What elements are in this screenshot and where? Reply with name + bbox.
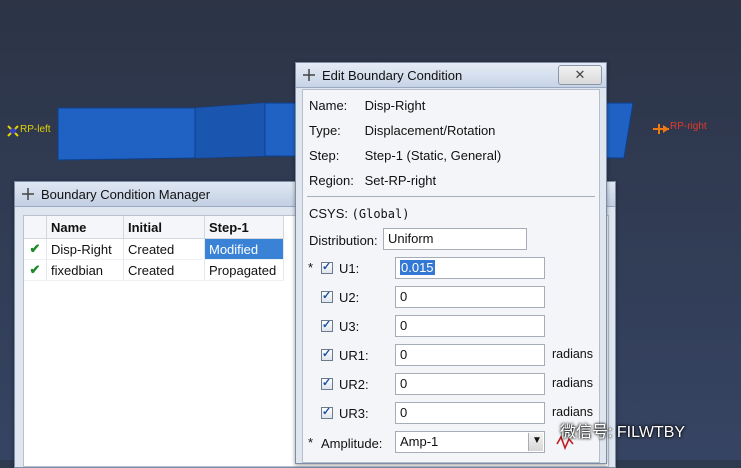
bc-table: Name Initial Step-1 ✔ Disp-Right Created… xyxy=(24,216,284,281)
ur3-units: radians xyxy=(552,405,593,419)
ur2-checkbox[interactable]: ✓ xyxy=(321,377,333,390)
ur2-label: UR2: xyxy=(339,377,369,392)
window-icon xyxy=(303,69,315,81)
csys-label: CSYS: xyxy=(309,206,349,221)
table-row[interactable]: ✔ Disp-Right Created Modified xyxy=(24,238,284,260)
csys-row: CSYS: (Global) xyxy=(309,206,409,221)
checkmark-icon: ✓ xyxy=(322,319,332,331)
check-icon: ✔ xyxy=(24,238,47,260)
region-value: Set-RP-right xyxy=(364,173,437,188)
step-label: Step: xyxy=(309,148,340,163)
rp-left-marker-icon xyxy=(7,125,19,137)
edit-bc-title: Edit Boundary Condition xyxy=(322,67,463,83)
distribution-field[interactable]: Uniform xyxy=(383,228,527,250)
name-value: Disp-Right xyxy=(364,98,426,113)
ur1-units: radians xyxy=(552,347,593,361)
row-name[interactable]: Disp-Right xyxy=(46,238,124,260)
dropdown-button[interactable]: ▼ xyxy=(528,433,543,451)
row-initial[interactable]: Created xyxy=(123,259,205,281)
ur1-input[interactable]: 0 xyxy=(395,344,545,366)
watermark: 微信号: FILWTBY xyxy=(560,424,686,441)
u3-checkbox[interactable]: ✓ xyxy=(321,319,333,332)
u2-checkbox[interactable]: ✓ xyxy=(321,290,333,303)
table-header-row: Name Initial Step-1 xyxy=(24,216,284,239)
name-row: Name: Disp-Right xyxy=(309,98,425,113)
rp-right-marker-icon xyxy=(653,124,669,134)
type-row: Type: Displacement/Rotation xyxy=(309,123,495,138)
bc-manager-title: Boundary Condition Manager xyxy=(41,186,211,202)
amplitude-select[interactable]: Amp-1 ▼ xyxy=(395,431,545,453)
column-header-step1[interactable]: Step-1 xyxy=(204,216,284,239)
close-button[interactable]: ✕ xyxy=(558,65,602,85)
type-label: Type: xyxy=(309,123,341,138)
ur2-input[interactable]: 0 xyxy=(395,373,545,395)
rp-left-label: RP-left xyxy=(20,124,51,135)
checkmark-icon: ✓ xyxy=(322,290,332,302)
step-value: Step-1 (Static, General) xyxy=(364,148,502,163)
ur3-input[interactable]: 0 xyxy=(395,402,545,424)
required-asterisk: * xyxy=(308,260,314,275)
row-step1-selected[interactable]: Modified xyxy=(204,238,284,260)
row-initial[interactable]: Created xyxy=(123,238,205,260)
checkmark-icon: ✓ xyxy=(322,377,332,389)
edit-bc-body: Name: Disp-Right Type: Displacement/Rota… xyxy=(302,89,600,463)
u2-input[interactable]: 0 xyxy=(395,286,545,308)
window-icon xyxy=(22,188,34,200)
table-row[interactable]: ✔ fixedbian Created Propagated xyxy=(24,259,284,281)
edit-bc-titlebar[interactable]: Edit Boundary Condition ✕ xyxy=(296,63,606,88)
ur1-checkbox[interactable]: ✓ xyxy=(321,348,333,361)
close-icon: ✕ xyxy=(574,67,586,82)
ur1-label: UR1: xyxy=(339,348,369,363)
csys-value: (Global) xyxy=(351,207,410,221)
check-icon: ✔ xyxy=(24,259,47,281)
u1-input[interactable]: 0.015 xyxy=(395,257,545,279)
rp-right-label: RP-right xyxy=(670,121,707,132)
type-value: Displacement/Rotation xyxy=(364,123,496,138)
amplitude-label: Amplitude: xyxy=(321,436,383,451)
amplitude-value: Amp-1 xyxy=(400,434,439,449)
header-status xyxy=(24,216,47,239)
row-step1[interactable]: Propagated xyxy=(204,259,284,281)
distribution-label: Distribution: xyxy=(309,233,378,248)
column-header-name[interactable]: Name xyxy=(46,216,124,239)
chevron-down-icon: ▼ xyxy=(532,435,542,446)
ur3-label: UR3: xyxy=(339,406,369,421)
u1-label: U1: xyxy=(339,261,360,276)
row-name[interactable]: fixedbian xyxy=(46,259,124,281)
name-label: Name: xyxy=(309,98,348,113)
ur2-units: radians xyxy=(552,376,593,390)
region-label: Region: xyxy=(309,173,354,188)
u3-label: U3: xyxy=(339,319,360,334)
edit-bc-dialog: Edit Boundary Condition ✕ Name: Disp-Rig… xyxy=(295,62,607,464)
u3-input[interactable]: 0 xyxy=(395,315,545,337)
u1-checkbox[interactable]: ✓ xyxy=(321,261,333,274)
required-asterisk: * xyxy=(308,435,314,450)
region-row: Region: Set-RP-right xyxy=(309,173,436,188)
ur3-checkbox[interactable]: ✓ xyxy=(321,406,333,419)
u2-label: U2: xyxy=(339,290,360,305)
u1-value: 0.015 xyxy=(400,260,435,275)
checkmark-icon: ✓ xyxy=(322,261,332,273)
step-row: Step: Step-1 (Static, General) xyxy=(309,148,501,163)
checkmark-icon: ✓ xyxy=(322,348,332,360)
checkmark-icon: ✓ xyxy=(322,406,332,418)
column-header-initial[interactable]: Initial xyxy=(123,216,205,239)
divider xyxy=(307,196,595,197)
